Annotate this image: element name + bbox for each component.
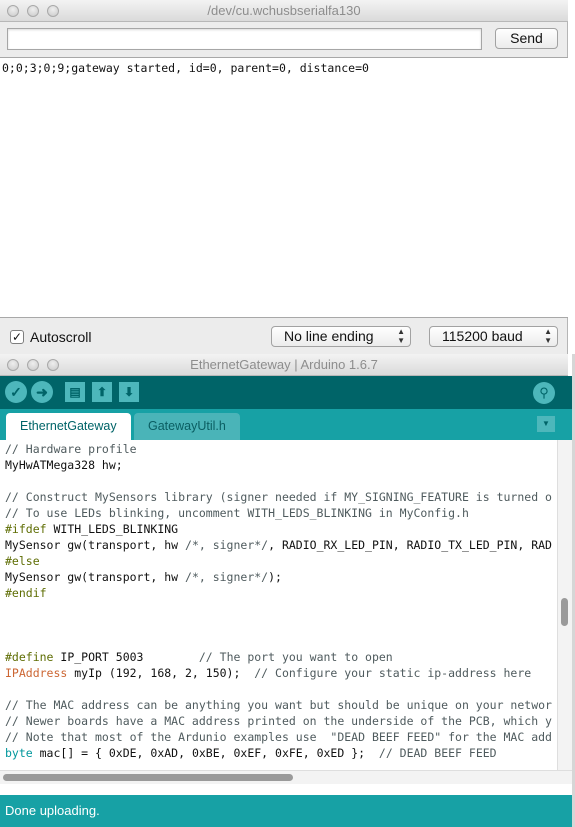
code-token: , RADIO_RX_LED_PIN, RADIO_TX_LED_PIN, RA…	[268, 538, 552, 552]
verify-button[interactable]: ✓	[5, 381, 27, 403]
code-line: // Newer boards have a MAC address print…	[5, 713, 552, 729]
code-token: // The port you want to open	[198, 650, 393, 664]
code-token: );	[268, 570, 282, 584]
zoom-window-button[interactable]	[47, 5, 59, 17]
code-token: myIp (192, 168, 2, 150);	[67, 666, 255, 680]
minimize-window-button[interactable]	[27, 359, 39, 371]
check-icon: ✓	[10, 384, 22, 400]
serial-output[interactable]: 0;0;3;0;9;gateway started, id=0, parent=…	[0, 57, 568, 318]
ide-title: EthernetGateway | Arduino 1.6.7	[190, 357, 378, 372]
close-window-button[interactable]	[7, 359, 19, 371]
autoscroll-toggle[interactable]: ✓ Autoscroll	[10, 329, 91, 345]
code-token: // Configure your static ip-address here	[254, 666, 532, 680]
upload-button[interactable]: ➜	[31, 381, 53, 403]
serial-monitor-button[interactable]: ⚲	[533, 382, 555, 404]
code-token: #ifdef	[5, 522, 47, 536]
code-token: MySensor gw(transport, hw	[5, 570, 186, 584]
triangle-down-icon: ▼	[542, 419, 550, 428]
console-divider	[0, 784, 572, 795]
code-token: // DEAD BEEF FEED	[378, 746, 497, 760]
baud-rate-value: 115200 baud	[442, 328, 523, 344]
send-input[interactable]	[7, 28, 482, 50]
serial-monitor-title: /dev/cu.wchusbserialfa130	[207, 3, 361, 18]
new-document-icon: ▤	[69, 385, 81, 399]
send-button[interactable]: Send	[495, 28, 558, 49]
code-token: WITH_LEDS_BLINKING	[46, 522, 179, 536]
code-line: // Hardware profile	[5, 441, 137, 457]
vertical-scroll-thumb[interactable]	[561, 598, 568, 626]
zoom-window-button[interactable]	[47, 359, 59, 371]
serial-monitor-titlebar[interactable]: /dev/cu.wchusbserialfa130	[0, 0, 568, 22]
code-line: #ifdef WITH_LEDS_BLINKING	[5, 521, 178, 537]
code-token: IP_PORT 5003	[53, 650, 199, 664]
arrow-up-icon: ⬆	[96, 385, 108, 399]
code-line: #else	[5, 553, 40, 569]
code-line: // Construct MySensors library (signer n…	[5, 489, 552, 505]
code-token: // To use LEDs blinking, uncomment WITH_…	[5, 506, 469, 520]
line-ending-value: No line ending	[284, 328, 374, 344]
horizontal-scroll-thumb[interactable]	[3, 774, 293, 781]
tab-menu-button[interactable]: ▼	[537, 416, 555, 432]
code-token: // Hardware profile	[5, 442, 137, 456]
tab-ethernetgateway[interactable]: EthernetGateway	[6, 413, 131, 440]
code-line: IPAddress myIp (192, 168, 2, 150); // Co…	[5, 665, 531, 681]
status-bar: Done uploading.	[0, 795, 572, 827]
code-line: #define IP_PORT 5003 // The port you wan…	[5, 649, 393, 665]
code-token: // Construct MySensors library (signer n…	[5, 490, 552, 504]
code-line: // The MAC address can be anything you w…	[5, 697, 552, 713]
select-arrows-icon: ▲ ▼	[397, 327, 405, 345]
serial-monitor-window: /dev/cu.wchusbserialfa130 Send 0;0;3;0;9…	[0, 0, 568, 354]
arrow-down-icon: ⬇	[123, 385, 135, 399]
code-token: #else	[5, 554, 40, 568]
baud-rate-select[interactable]: 115200 baud ▲ ▼	[429, 326, 558, 347]
status-text: Done uploading.	[5, 803, 100, 818]
code-token: // The MAC address can be anything you w…	[5, 698, 552, 712]
code-editor[interactable]: // Hardware profile MyHwATMega328 hw; // C…	[0, 440, 557, 770]
code-token: MySensor gw(transport, hw	[5, 538, 186, 552]
autoscroll-label: Autoscroll	[30, 329, 92, 345]
code-line: // To use LEDs blinking, uncomment WITH_…	[5, 505, 469, 521]
code-token: // Note that most of the Ardunio example…	[5, 730, 552, 744]
code-token: MyHwATMega328 hw;	[5, 458, 123, 472]
line-ending-select[interactable]: No line ending ▲ ▼	[271, 326, 411, 347]
code-token: // Newer boards have a MAC address print…	[5, 714, 552, 728]
code-line: #endif	[5, 585, 47, 601]
open-sketch-button[interactable]: ⬆	[92, 382, 112, 402]
code-token: #endif	[5, 586, 47, 600]
code-line: MyHwATMega328 hw;	[5, 457, 123, 473]
code-line: // Note that most of the Ardunio example…	[5, 729, 552, 745]
ide-titlebar[interactable]: EthernetGateway | Arduino 1.6.7	[0, 354, 568, 376]
autoscroll-checkbox[interactable]: ✓	[10, 330, 24, 344]
code-line: MySensor gw(transport, hw /*, signer*/);	[5, 569, 282, 585]
code-line: MySensor gw(transport, hw /*, signer*/, …	[5, 537, 552, 553]
code-token: /*, signer*/	[185, 570, 269, 584]
code-token: IPAddress	[5, 666, 68, 680]
code-token: mac[] = { 0xDE, 0xAD, 0xBE, 0xEF, 0xFE, …	[32, 746, 379, 760]
code-token: #define	[5, 650, 54, 664]
select-arrows-icon: ▲ ▼	[544, 327, 552, 345]
save-sketch-button[interactable]: ⬇	[119, 382, 139, 402]
code-line: byte mac[] = { 0xDE, 0xAD, 0xBE, 0xEF, 0…	[5, 745, 497, 761]
minimize-window-button[interactable]	[27, 5, 39, 17]
ide-toolbar	[0, 376, 572, 409]
arrow-right-icon: ➜	[36, 384, 48, 400]
magnifier-icon: ⚲	[539, 385, 549, 400]
close-window-button[interactable]	[7, 5, 19, 17]
tab-gatewayutil[interactable]: GatewayUtil.h	[134, 413, 240, 440]
code-token: /*, signer*/	[185, 538, 269, 552]
new-sketch-button[interactable]: ▤	[65, 382, 85, 402]
code-token: byte	[5, 746, 33, 760]
